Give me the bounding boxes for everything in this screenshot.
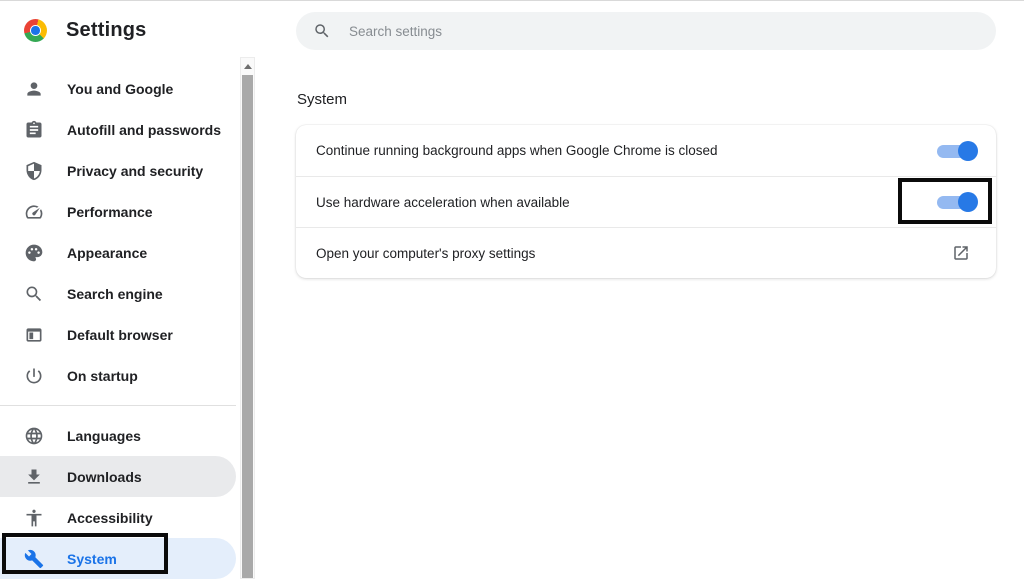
setting-label: Use hardware acceleration when available <box>316 195 570 210</box>
section-title: System <box>297 92 996 108</box>
chrome-logo-icon <box>24 19 47 42</box>
toggle-switch-on[interactable] <box>937 192 978 212</box>
toggle-thumb <box>958 141 978 161</box>
system-settings-card: Continue running background apps when Go… <box>296 125 996 278</box>
autofill-icon <box>24 120 44 140</box>
sidebar-item-label: Privacy and security <box>67 163 203 179</box>
speedometer-icon <box>24 202 44 222</box>
setting-label: Continue running background apps when Go… <box>316 143 718 158</box>
sidebar-item-autofill-and-passwords[interactable]: Autofill and passwords <box>0 109 236 150</box>
settings-main-panel: System Continue running background apps … <box>296 0 996 278</box>
settings-sidebar: Settings You and Google Autofill and pass… <box>0 0 256 579</box>
person-icon <box>24 79 44 99</box>
sidebar-item-accessibility[interactable]: Accessibility <box>0 497 236 538</box>
page-title: Settings <box>66 19 147 42</box>
sidebar-item-label: Autofill and passwords <box>67 122 221 138</box>
toggle-thumb <box>958 192 978 212</box>
wrench-icon <box>24 549 44 569</box>
sidebar-item-label: Performance <box>67 204 153 220</box>
sidebar-item-search-engine[interactable]: Search engine <box>0 273 236 314</box>
sidebar-item-label: Accessibility <box>67 510 153 526</box>
sidebar-item-label: Search engine <box>67 286 163 302</box>
sidebar-item-default-browser[interactable]: Default browser <box>0 314 236 355</box>
toggle-switch-on[interactable] <box>937 141 978 161</box>
sidebar-item-label: System <box>67 551 117 567</box>
setting-row-open-your-computer-s[interactable]: Open your computer's proxy settings <box>296 227 996 278</box>
browser-window-icon <box>24 325 44 345</box>
sidebar-item-privacy-and-security[interactable]: Privacy and security <box>0 150 236 191</box>
sidebar-item-downloads[interactable]: Downloads <box>0 456 236 497</box>
sidebar-item-label: Appearance <box>67 245 147 261</box>
power-icon <box>24 366 44 386</box>
scroll-up-arrow-icon <box>244 64 252 69</box>
search-icon <box>24 284 44 304</box>
search-input[interactable] <box>347 23 979 40</box>
scrollbar-up-button[interactable] <box>241 58 254 74</box>
shield-icon <box>24 161 44 181</box>
search-icon <box>313 22 331 40</box>
external-link-icon[interactable] <box>952 244 970 262</box>
sidebar-item-label: Default browser <box>67 327 173 343</box>
sidebar-item-you-and-google[interactable]: You and Google <box>0 68 236 109</box>
sidebar-nav: You and Google Autofill and passwords Priv… <box>0 68 236 579</box>
globe-icon <box>24 426 44 446</box>
setting-label: Open your computer's proxy settings <box>316 246 535 261</box>
setting-row-continue-running-background-apps[interactable]: Continue running background apps when Go… <box>296 125 996 176</box>
sidebar-item-performance[interactable]: Performance <box>0 191 236 232</box>
sidebar-item-on-startup[interactable]: On startup <box>0 355 236 396</box>
sidebar-item-languages[interactable]: Languages <box>0 415 236 456</box>
scrollbar-thumb[interactable] <box>242 75 253 578</box>
sidebar-header: Settings <box>24 19 147 42</box>
accessibility-icon <box>24 508 44 528</box>
sidebar-item-label: You and Google <box>67 81 173 97</box>
search-settings-bar[interactable] <box>296 12 996 50</box>
sidebar-item-label: On startup <box>67 368 138 384</box>
sidebar-item-appearance[interactable]: Appearance <box>0 232 236 273</box>
sidebar-scrollbar[interactable] <box>240 57 255 579</box>
palette-icon <box>24 243 44 263</box>
sidebar-item-system[interactable]: System <box>0 538 236 579</box>
download-icon <box>24 467 44 487</box>
sidebar-item-label: Languages <box>67 428 141 444</box>
sidebar-divider <box>0 405 236 406</box>
setting-row-use-hardware-acceleration-when[interactable]: Use hardware acceleration when available <box>296 176 996 227</box>
sidebar-item-label: Downloads <box>67 469 142 485</box>
